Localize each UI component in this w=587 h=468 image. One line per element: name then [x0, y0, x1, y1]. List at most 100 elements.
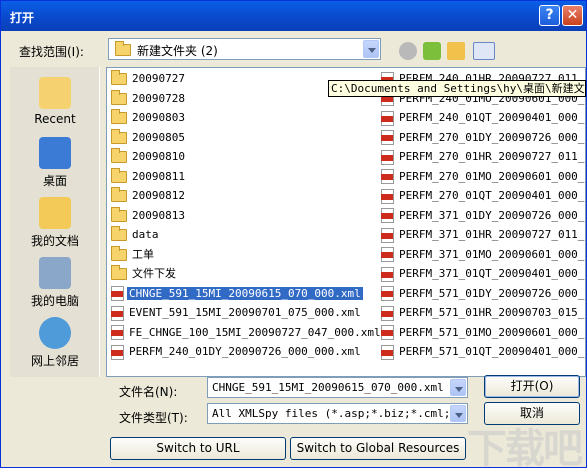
item-label: 工单: [132, 247, 154, 261]
item-label: PERFM_371_01HR_20090727_011_0: [399, 228, 586, 241]
desktop-icon: [39, 137, 71, 169]
folder-item[interactable]: 工单: [111, 245, 156, 263]
folder-icon: [111, 70, 127, 85]
file-item[interactable]: PERFM_240_01DY_20090726_000_000.xml: [111, 344, 363, 360]
file-item[interactable]: PERFM_270_01HR_20090727_011_0: [381, 149, 586, 165]
back-icon[interactable]: [399, 42, 417, 60]
place-computer[interactable]: 我的电脑: [10, 257, 100, 309]
switch-to-url-button[interactable]: Switch to URL: [110, 437, 286, 460]
item-label: PERFM_571_01MO_20090601_000_0: [399, 325, 586, 339]
folder-item[interactable]: 20090727: [111, 70, 187, 87]
switch-to-global-button[interactable]: Switch to Global Resources: [290, 437, 466, 460]
file-item[interactable]: CHNGE_591_15MI_20090615_070_000.xml: [111, 286, 363, 302]
places-bar: Recent 桌面 我的文档 我的电脑 网上邻居: [10, 67, 100, 377]
item-label: 20090727: [132, 72, 185, 85]
folder-icon: [111, 265, 127, 280]
file-item[interactable]: PERFM_571_01HR_20090703_015_0: [381, 305, 586, 321]
xml-file-icon: [381, 266, 394, 282]
xml-file-icon: [111, 286, 124, 301]
open-button[interactable]: 打开(O): [484, 375, 580, 398]
item-label: 20090728: [132, 91, 185, 105]
item-label: 20090805: [132, 130, 185, 144]
lookin-dropdown[interactable]: 新建文件夹 (2): [108, 38, 381, 60]
folder-icon: [111, 245, 127, 261]
folder-item[interactable]: 20090813: [111, 206, 187, 224]
item-label: PERFM_571_01HR_20090703_015_0: [399, 306, 586, 319]
file-item[interactable]: PERFM_371_01MO_20090601_000_0: [381, 247, 586, 263]
item-label: PERFM_371_01MO_20090601_000_0: [399, 247, 586, 261]
folder-icon: [111, 89, 127, 105]
close-button[interactable]: ✕: [562, 5, 583, 26]
recent-icon: [39, 77, 71, 109]
chevron-down-icon[interactable]: [450, 379, 466, 396]
folder-icon: [111, 109, 127, 124]
up-folder-icon[interactable]: [423, 42, 441, 60]
item-label: CHNGE_591_15MI_20090615_070_000.xml: [127, 286, 363, 300]
item-label: 20090810: [132, 150, 185, 163]
item-label: 20090813: [132, 208, 185, 222]
chevron-down-icon[interactable]: [363, 40, 379, 58]
title-bar: 打开 ? ✕: [1, 1, 586, 31]
xml-file-icon: [381, 149, 394, 165]
folder-item[interactable]: 文件下发: [111, 265, 178, 282]
place-documents[interactable]: 我的文档: [10, 197, 100, 249]
folder-icon: [111, 167, 127, 183]
file-item[interactable]: EVENT_591_15MI_20090701_075_000.xml: [111, 305, 363, 321]
file-item[interactable]: PERFM_371_01DY_20090726_000_0: [381, 208, 586, 224]
item-label: FE_CHNGE_100_15MI_20090727_047_000.xml: [129, 325, 381, 339]
file-item[interactable]: PERFM_270_01QT_20090401_000_0: [381, 188, 586, 204]
view-menu-icon[interactable]: [473, 42, 495, 60]
xml-file-icon: [381, 110, 394, 126]
folder-item[interactable]: data: [111, 226, 161, 243]
item-label: PERFM_240_01DY_20090726_000_000.xml: [129, 345, 361, 358]
help-button[interactable]: ?: [539, 5, 560, 26]
item-label: PERFM_371_01DY_20090726_000_0: [399, 208, 586, 222]
item-label: 20090811: [132, 169, 185, 183]
place-desktop[interactable]: 桌面: [10, 137, 100, 189]
network-icon: [39, 317, 71, 349]
xml-file-icon: [381, 325, 394, 340]
file-item[interactable]: PERFM_371_01QT_20090401_000_0: [381, 266, 585, 282]
xml-file-icon: [381, 208, 394, 223]
folder-icon: [111, 226, 127, 241]
file-list[interactable]: 20090727 20090728 20090803 20090805 20090810…: [106, 67, 586, 377]
item-label: PERFM_270_01HR_20090727_011_0: [399, 150, 586, 163]
dialog-title: 打开: [10, 11, 35, 25]
file-item[interactable]: PERFM_270_01MO_20090601_000_0: [381, 169, 585, 185]
folder-item[interactable]: 20090803: [111, 109, 187, 126]
folder-item[interactable]: 20090728: [111, 89, 187, 107]
my-computer-icon: [39, 257, 71, 289]
folder-icon: [115, 41, 131, 56]
xml-file-icon: [381, 344, 394, 360]
item-label: data: [132, 228, 159, 241]
filename-input[interactable]: CHNGE_591_15MI_20090615_070_000.xml: [207, 377, 468, 398]
xml-file-icon: [381, 188, 394, 204]
file-item[interactable]: PERFM_240_01QT_20090401_000_0: [381, 110, 585, 126]
xml-file-icon: [381, 247, 394, 262]
chevron-down-icon[interactable]: [450, 405, 466, 422]
lookin-value: 新建文件夹 (2): [137, 44, 218, 58]
item-label: PERFM_571_01DY_20090726_000_0: [399, 286, 586, 300]
folder-item[interactable]: 20090810: [111, 148, 187, 165]
file-item[interactable]: PERFM_571_01MO_20090601_000_0: [381, 325, 586, 341]
folder-icon: [111, 206, 127, 222]
folder-item[interactable]: 20090811: [111, 167, 187, 185]
folder-item[interactable]: 20090812: [111, 187, 187, 204]
place-network[interactable]: 网上邻居: [10, 317, 100, 369]
item-label: PERFM_270_01QT_20090401_000_0: [399, 189, 586, 202]
filetype-select[interactable]: All XMLSpy files (*.asp;*.biz;*.cml;*: [207, 403, 468, 424]
folder-item[interactable]: 20090805: [111, 128, 187, 146]
file-item[interactable]: PERFM_571_01QT_20090401_000_0: [381, 344, 585, 360]
file-item[interactable]: PERFM_270_01DY_20090726_000_0: [381, 130, 586, 146]
file-item[interactable]: PERFM_371_01HR_20090727_011_0: [381, 227, 586, 243]
place-recent[interactable]: Recent: [10, 77, 100, 126]
file-item[interactable]: PERFM_571_01DY_20090726_000_0: [381, 286, 586, 302]
path-tooltip: C:\Documents and Settings\hy\桌面\新建文件: [328, 80, 586, 97]
filename-label: 文件名(N):: [119, 385, 178, 399]
item-label: 20090803: [132, 111, 185, 124]
item-label: PERFM_270_01DY_20090726_000_0: [399, 130, 586, 144]
lookin-label: 查找范围(I):: [19, 45, 84, 59]
new-folder-icon[interactable]: [447, 42, 465, 60]
file-item[interactable]: FE_CHNGE_100_15MI_20090727_047_000.xml: [111, 325, 383, 341]
xml-file-icon: [381, 227, 394, 243]
